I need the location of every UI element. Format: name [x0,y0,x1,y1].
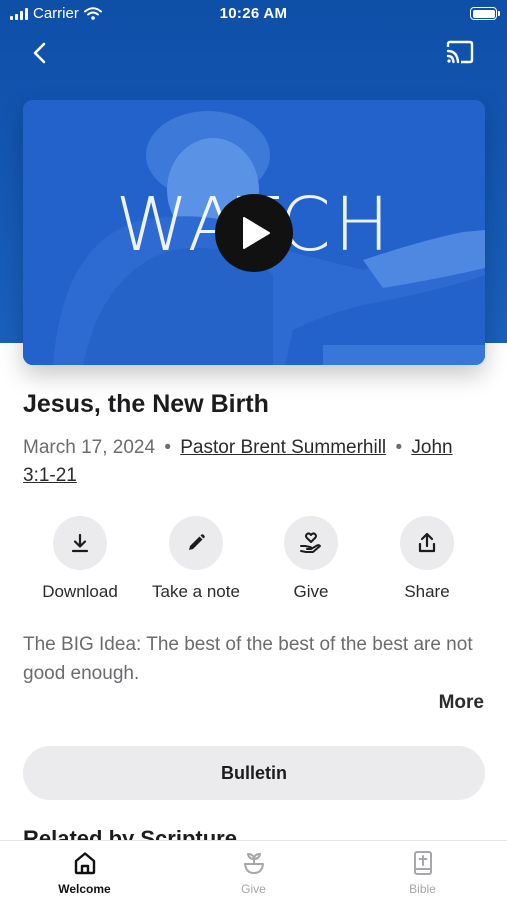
sermon-date: March 17, 2024 [23,437,156,458]
status-time: 10:26 AM [219,5,288,22]
download-circle [53,516,107,570]
tab-bible-label: Bible [409,882,436,896]
sermon-title: Jesus, the New Birth [23,390,269,418]
tab-welcome-label: Welcome [58,882,111,896]
meta-separator: • [164,437,171,458]
give-button[interactable]: Give [246,516,376,602]
share-icon [418,532,436,553]
cast-icon [446,40,474,64]
bulletin-button[interactable]: Bulletin [23,746,485,800]
download-label: Download [42,582,118,601]
download-button[interactable]: Download [15,516,145,602]
heart-hand-icon [300,532,321,553]
action-row: Download Take a note Give Share [23,516,485,606]
sermon-description: The BIG Idea: The best of the best of th… [23,634,473,684]
share-label: Share [404,582,450,601]
status-bar: Carrier 10:26 AM [0,0,507,28]
tab-bar: Welcome Give Bible [0,840,507,900]
sermon-meta: March 17, 2024 • Pastor Brent Summerhill… [23,434,463,490]
cast-button[interactable] [444,38,476,68]
pencil-icon [189,534,205,550]
chevron-left-icon [33,42,46,64]
bible-icon [413,851,432,875]
plant-icon [243,853,264,874]
download-icon [71,533,89,553]
tab-give[interactable]: Give [169,841,338,900]
take-note-label: Take a note [152,582,240,601]
give-circle [284,516,338,570]
play-icon [243,217,270,249]
home-icon [74,852,95,875]
play-button[interactable] [215,194,293,272]
share-circle [400,516,454,570]
video-player[interactable]: WATCH [23,100,485,365]
speaker-link[interactable]: Pastor Brent Summerhill [180,437,386,458]
battery-icon [470,7,500,20]
take-note-button[interactable]: Take a note [131,516,261,602]
more-button[interactable]: More [439,692,484,714]
tab-welcome[interactable]: Welcome [0,841,169,900]
take-note-circle [169,516,223,570]
share-button[interactable]: Share [362,516,492,602]
tab-bible[interactable]: Bible [338,841,507,900]
meta-separator: • [395,437,403,458]
back-button[interactable] [26,38,56,68]
tab-give-label: Give [241,882,266,896]
give-label: Give [293,582,329,601]
